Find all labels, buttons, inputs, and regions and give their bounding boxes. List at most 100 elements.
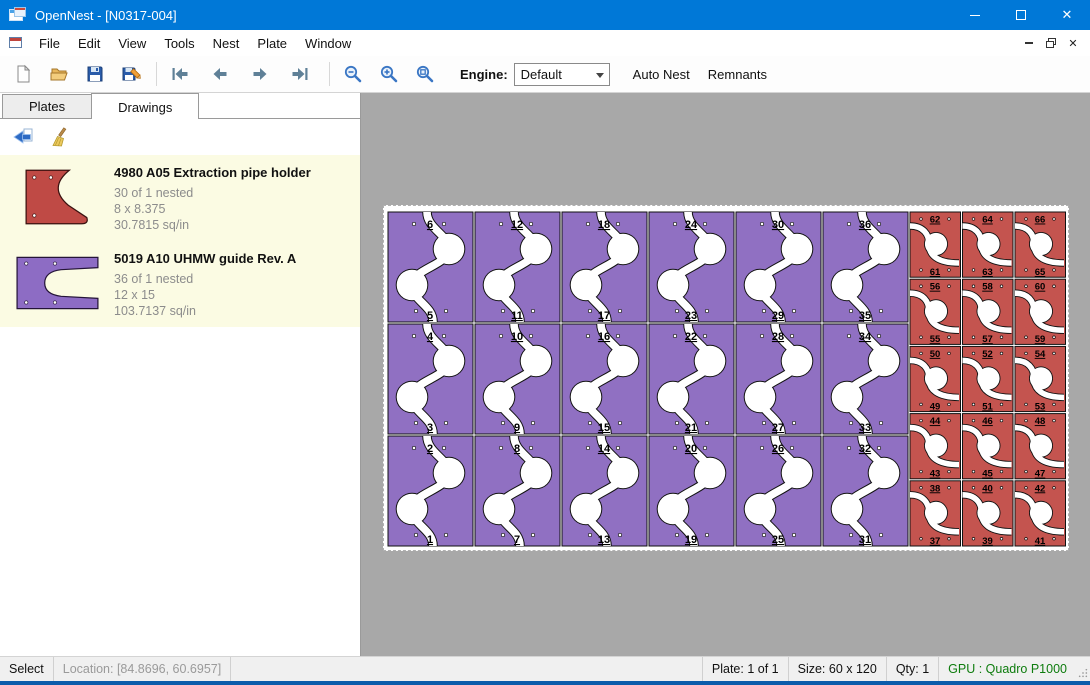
- svg-text:52: 52: [982, 349, 993, 360]
- tab-plates[interactable]: Plates: [2, 94, 92, 118]
- menu-item-file[interactable]: File: [30, 32, 69, 55]
- status-spacer: [231, 657, 702, 681]
- menu-bar: File Edit View Tools Nest Plate Window ✕: [0, 30, 1090, 56]
- svg-text:32: 32: [859, 443, 871, 455]
- save-button[interactable]: [80, 59, 110, 89]
- minimize-button[interactable]: [952, 0, 998, 30]
- svg-text:20: 20: [685, 443, 697, 455]
- svg-text:46: 46: [982, 416, 993, 427]
- drawing-nested-count: 36 of 1 nested: [114, 271, 296, 287]
- remnants-button[interactable]: Remnants: [699, 61, 776, 88]
- svg-text:60: 60: [1035, 282, 1046, 293]
- menu-item-edit[interactable]: Edit: [69, 32, 109, 55]
- svg-text:9: 9: [514, 422, 520, 434]
- svg-text:11: 11: [511, 310, 523, 322]
- svg-text:27: 27: [772, 422, 784, 434]
- clear-button[interactable]: [44, 123, 74, 151]
- part-thumbnail-purple: [10, 247, 106, 319]
- mdi-restore-button[interactable]: [1040, 33, 1062, 53]
- svg-text:55: 55: [930, 334, 941, 345]
- main-toolbar: Engine: Default Auto Nest Remnants: [0, 56, 1090, 93]
- tab-drawings[interactable]: Drawings: [91, 93, 199, 119]
- svg-text:35: 35: [859, 310, 871, 322]
- drawings-toolbar: [0, 119, 360, 155]
- left-panel: Plates Drawings: [0, 93, 361, 656]
- svg-text:6: 6: [427, 219, 433, 231]
- save-as-icon: [121, 64, 141, 84]
- menu-item-nest[interactable]: Nest: [204, 32, 249, 55]
- menu-item-plate[interactable]: Plate: [248, 32, 296, 55]
- svg-text:15: 15: [598, 422, 610, 434]
- panel-tab-row: Plates Drawings: [0, 93, 360, 119]
- svg-text:41: 41: [1035, 536, 1046, 547]
- last-plate-button[interactable]: [285, 59, 315, 89]
- svg-text:49: 49: [930, 401, 941, 412]
- open-button[interactable]: [44, 59, 74, 89]
- status-plate: Plate: 1 of 1: [702, 657, 788, 681]
- previous-plate-button[interactable]: [205, 59, 235, 89]
- svg-text:4: 4: [427, 331, 434, 343]
- svg-text:33: 33: [859, 422, 871, 434]
- mdi-document-icon[interactable]: [8, 36, 24, 50]
- menu-item-window[interactable]: Window: [296, 32, 360, 55]
- svg-text:42: 42: [1035, 483, 1046, 494]
- nest-canvas[interactable]: 6 5 12 11 18 17 24 23: [361, 93, 1090, 656]
- svg-text:25: 25: [772, 534, 784, 546]
- svg-text:38: 38: [930, 483, 941, 494]
- svg-text:40: 40: [982, 483, 993, 494]
- svg-text:16: 16: [598, 331, 610, 343]
- svg-text:29: 29: [772, 310, 784, 322]
- title-bar: OpenNest - [N0317-004] ✕: [0, 0, 1090, 30]
- status-bar: Select Location: [84.8696, 60.6957] Plat…: [0, 656, 1090, 681]
- plate[interactable]: 6 5 12 11 18 17 24 23: [383, 205, 1069, 551]
- engine-combobox[interactable]: Default: [514, 63, 610, 86]
- maximize-icon: [1016, 10, 1026, 20]
- svg-text:21: 21: [685, 422, 697, 434]
- close-button[interactable]: ✕: [1044, 0, 1090, 30]
- previous-icon: [210, 64, 230, 84]
- svg-text:28: 28: [772, 331, 784, 343]
- zoom-in-button[interactable]: [374, 59, 404, 89]
- auto-nest-button[interactable]: Auto Nest: [624, 61, 699, 88]
- svg-text:66: 66: [1035, 215, 1046, 226]
- main-area: Plates Drawings: [0, 93, 1090, 656]
- zoom-fit-button[interactable]: [410, 59, 440, 89]
- menu-item-view[interactable]: View: [109, 32, 155, 55]
- svg-text:5: 5: [427, 310, 433, 322]
- svg-text:23: 23: [685, 310, 697, 322]
- svg-text:37: 37: [930, 536, 941, 547]
- resize-grip[interactable]: [1076, 657, 1090, 681]
- new-button[interactable]: [8, 59, 38, 89]
- mdi-close-button[interactable]: ✕: [1062, 33, 1084, 53]
- first-icon: [170, 64, 190, 84]
- svg-text:51: 51: [982, 401, 993, 412]
- first-plate-button[interactable]: [165, 59, 195, 89]
- drawing-nested-count: 30 of 1 nested: [114, 185, 311, 201]
- svg-text:7: 7: [514, 534, 520, 546]
- zoom-out-button[interactable]: [338, 59, 368, 89]
- drawing-list-item-1[interactable]: 4980 A05 Extraction pipe holder 30 of 1 …: [0, 155, 360, 241]
- drawing-list-item-2[interactable]: 5019 A10 UHMW guide Rev. A 36 of 1 neste…: [0, 241, 360, 327]
- svg-text:10: 10: [511, 331, 523, 343]
- svg-text:64: 64: [982, 215, 993, 226]
- part-thumbnail-red: [10, 161, 106, 233]
- send-to-plate-button[interactable]: [8, 123, 38, 151]
- maximize-button[interactable]: [998, 0, 1044, 30]
- drawing-size: 8 x 8.375: [114, 201, 311, 217]
- nest-plate-svg[interactable]: 6 5 12 11 18 17 24 23: [384, 206, 1068, 550]
- blue-arrow-left-icon: [12, 127, 34, 147]
- engine-label: Engine:: [460, 67, 508, 82]
- svg-text:43: 43: [930, 469, 941, 480]
- window-title: OpenNest - [N0317-004]: [35, 8, 177, 23]
- next-plate-button[interactable]: [245, 59, 275, 89]
- svg-text:58: 58: [982, 282, 993, 293]
- broom-icon: [49, 127, 69, 147]
- save-as-button[interactable]: [116, 59, 146, 89]
- drawing-title: 5019 A10 UHMW guide Rev. A: [114, 251, 296, 266]
- svg-text:2: 2: [427, 443, 433, 455]
- svg-text:59: 59: [1035, 334, 1046, 345]
- mdi-minimize-button[interactable]: [1018, 33, 1040, 53]
- status-mode: Select: [0, 657, 54, 681]
- zoom-in-icon: [379, 64, 399, 84]
- menu-item-tools[interactable]: Tools: [155, 32, 203, 55]
